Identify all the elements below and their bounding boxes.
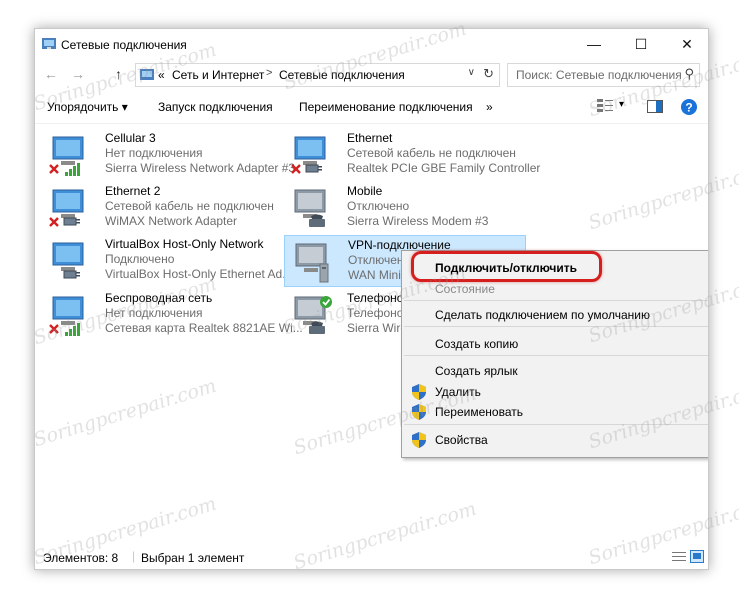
title-bar: Сетевые подключения — ☐ ✕	[35, 29, 708, 59]
connection-status: Сетевой кабель не подключен	[105, 199, 274, 213]
modem-connected-icon	[290, 296, 332, 334]
connection-item-ethernet[interactable]: Ethernet Сетевой кабель не подключен Rea…	[284, 129, 540, 179]
menu-item-set-default[interactable]: Сделать подключением по умолчанию	[435, 308, 650, 322]
uac-shield-icon	[412, 404, 426, 420]
search-placeholder: Поиск: Сетевые подключения	[516, 68, 682, 82]
connection-item-wireless[interactable]: Беспроводная сеть Нет подключения Сетева…	[42, 289, 303, 339]
rename-connection-button[interactable]: Переименование подключения	[299, 100, 473, 114]
uac-shield-icon	[412, 432, 426, 448]
menu-item-rename[interactable]: Переименовать	[435, 405, 523, 419]
connection-name: Беспроводная сеть	[105, 291, 213, 305]
minimize-button[interactable]: —	[571, 29, 617, 59]
large-icons-view-icon[interactable]	[690, 550, 704, 563]
uac-shield-icon	[412, 384, 426, 400]
item-count: Элементов: 8	[43, 551, 119, 565]
breadcrumb-separator-icon[interactable]: >	[266, 67, 272, 79]
connection-status: Нет подключения	[105, 306, 203, 320]
network-folder-icon	[42, 38, 56, 49]
network-connections-window: Сетевые подключения — ☐ ✕ ← → ↑ « Сеть и…	[34, 28, 709, 570]
connection-device: VirtualBox Host-Only Ethernet Ad...	[105, 267, 293, 281]
ethernet-disconnected-icon	[48, 188, 94, 228]
connection-device: Sierra Wireless Modem #3	[347, 214, 489, 228]
connection-name: Ethernet	[347, 131, 393, 145]
connection-device: WiMAX Network Adapter	[105, 214, 238, 228]
connection-item-cellular-3[interactable]: Cellular 3 Нет подключения Sierra Wirele…	[42, 129, 295, 179]
window-title: Сетевые подключения	[61, 38, 187, 52]
up-arrow-icon[interactable]: ↑	[115, 66, 122, 82]
search-icon: ⚲	[684, 66, 694, 81]
connection-device: Realtek PCIe GBE Family Controller	[347, 161, 541, 175]
menu-divider	[404, 300, 708, 301]
forward-arrow-icon[interactable]: →	[71, 66, 85, 82]
menu-item-create-shortcut[interactable]: Создать ярлык	[435, 364, 518, 378]
address-bar[interactable]: « Сеть и Интернет > Сетевые подключения …	[135, 63, 500, 87]
menu-item-status[interactable]: Состояние	[435, 282, 495, 296]
refresh-icon[interactable]: ↻	[483, 66, 494, 82]
connection-name: Mobile	[347, 184, 383, 198]
breadcrumb-network-connections[interactable]: Сетевые подключения	[279, 68, 405, 82]
preview-pane-icon[interactable]	[647, 100, 663, 113]
connection-name: Телефоно	[347, 291, 404, 305]
connection-name: Ethernet 2	[105, 184, 161, 198]
annotation-highlight	[411, 251, 602, 282]
connection-status: Отключено	[347, 199, 410, 213]
connection-item-ethernet-2[interactable]: Ethernet 2 Сетевой кабель не подключен W…	[42, 182, 282, 232]
status-divider: |	[132, 549, 136, 563]
change-view-icon[interactable]	[597, 99, 613, 113]
ethernet-connected-icon	[48, 241, 94, 279]
start-connection-button[interactable]: Запуск подключения	[158, 100, 273, 114]
connection-item-mobile[interactable]: Mobile Отключено Sierra Wireless Modem #…	[284, 182, 524, 232]
menu-divider	[404, 355, 708, 356]
address-row: ← → ↑ « Сеть и Интернет > Сетевые подклю…	[35, 61, 708, 89]
menu-item-delete[interactable]: Удалить	[435, 385, 481, 399]
menu-item-create-copy[interactable]: Создать копию	[435, 337, 518, 351]
help-icon[interactable]: ?	[681, 99, 697, 115]
connection-status: Телефоно	[347, 306, 404, 320]
back-arrow-icon[interactable]: ←	[44, 66, 58, 82]
address-dropdown-icon[interactable]: ∨	[468, 67, 475, 78]
menu-item-properties[interactable]: Свойства	[435, 433, 488, 447]
organize-button[interactable]: Упорядочить ▾	[47, 100, 128, 114]
wifi-disconnected-icon	[48, 295, 94, 336]
menu-divider	[404, 424, 708, 425]
command-bar: Упорядочить ▾ Запуск подключения Переиме…	[35, 91, 708, 124]
connection-name: VirtualBox Host-Only Network	[105, 237, 264, 251]
connection-item-virtualbox[interactable]: VirtualBox Host-Only Network Подключено …	[42, 235, 292, 285]
connection-name: Cellular 3	[105, 131, 156, 145]
details-view-icon[interactable]	[672, 551, 686, 563]
connection-device: Sierra Wireless Network Adapter #3	[105, 161, 296, 175]
connection-device: Сетевая карта Realtek 8821AE Wi...	[105, 321, 303, 335]
vpn-disabled-icon	[291, 242, 329, 283]
connection-status: Подключено	[105, 252, 175, 266]
ethernet-disconnected-icon	[290, 135, 336, 175]
svg-text:?: ?	[685, 101, 692, 115]
modem-disabled-icon	[290, 188, 336, 227]
selected-count: Выбран 1 элемент	[141, 551, 245, 565]
connection-status: Сетевой кабель не подключен	[347, 146, 516, 160]
maximize-button[interactable]: ☐	[618, 29, 664, 59]
breadcrumb-overflow[interactable]: «	[158, 68, 165, 82]
more-commands-button[interactable]: »	[486, 100, 493, 114]
status-bar: Элементов: 8 | Выбран 1 элемент	[35, 545, 708, 569]
close-button[interactable]: ✕	[664, 29, 708, 59]
menu-divider	[404, 326, 708, 327]
cellular-disconnected-icon	[48, 135, 94, 176]
search-input[interactable]: Поиск: Сетевые подключения ⚲	[507, 63, 700, 87]
network-folder-icon	[140, 69, 154, 80]
breadcrumb-network-internet[interactable]: Сеть и Интернет	[172, 68, 264, 82]
view-dropdown-icon[interactable]: ▾	[619, 99, 624, 110]
connection-status: Нет подключения	[105, 146, 203, 160]
